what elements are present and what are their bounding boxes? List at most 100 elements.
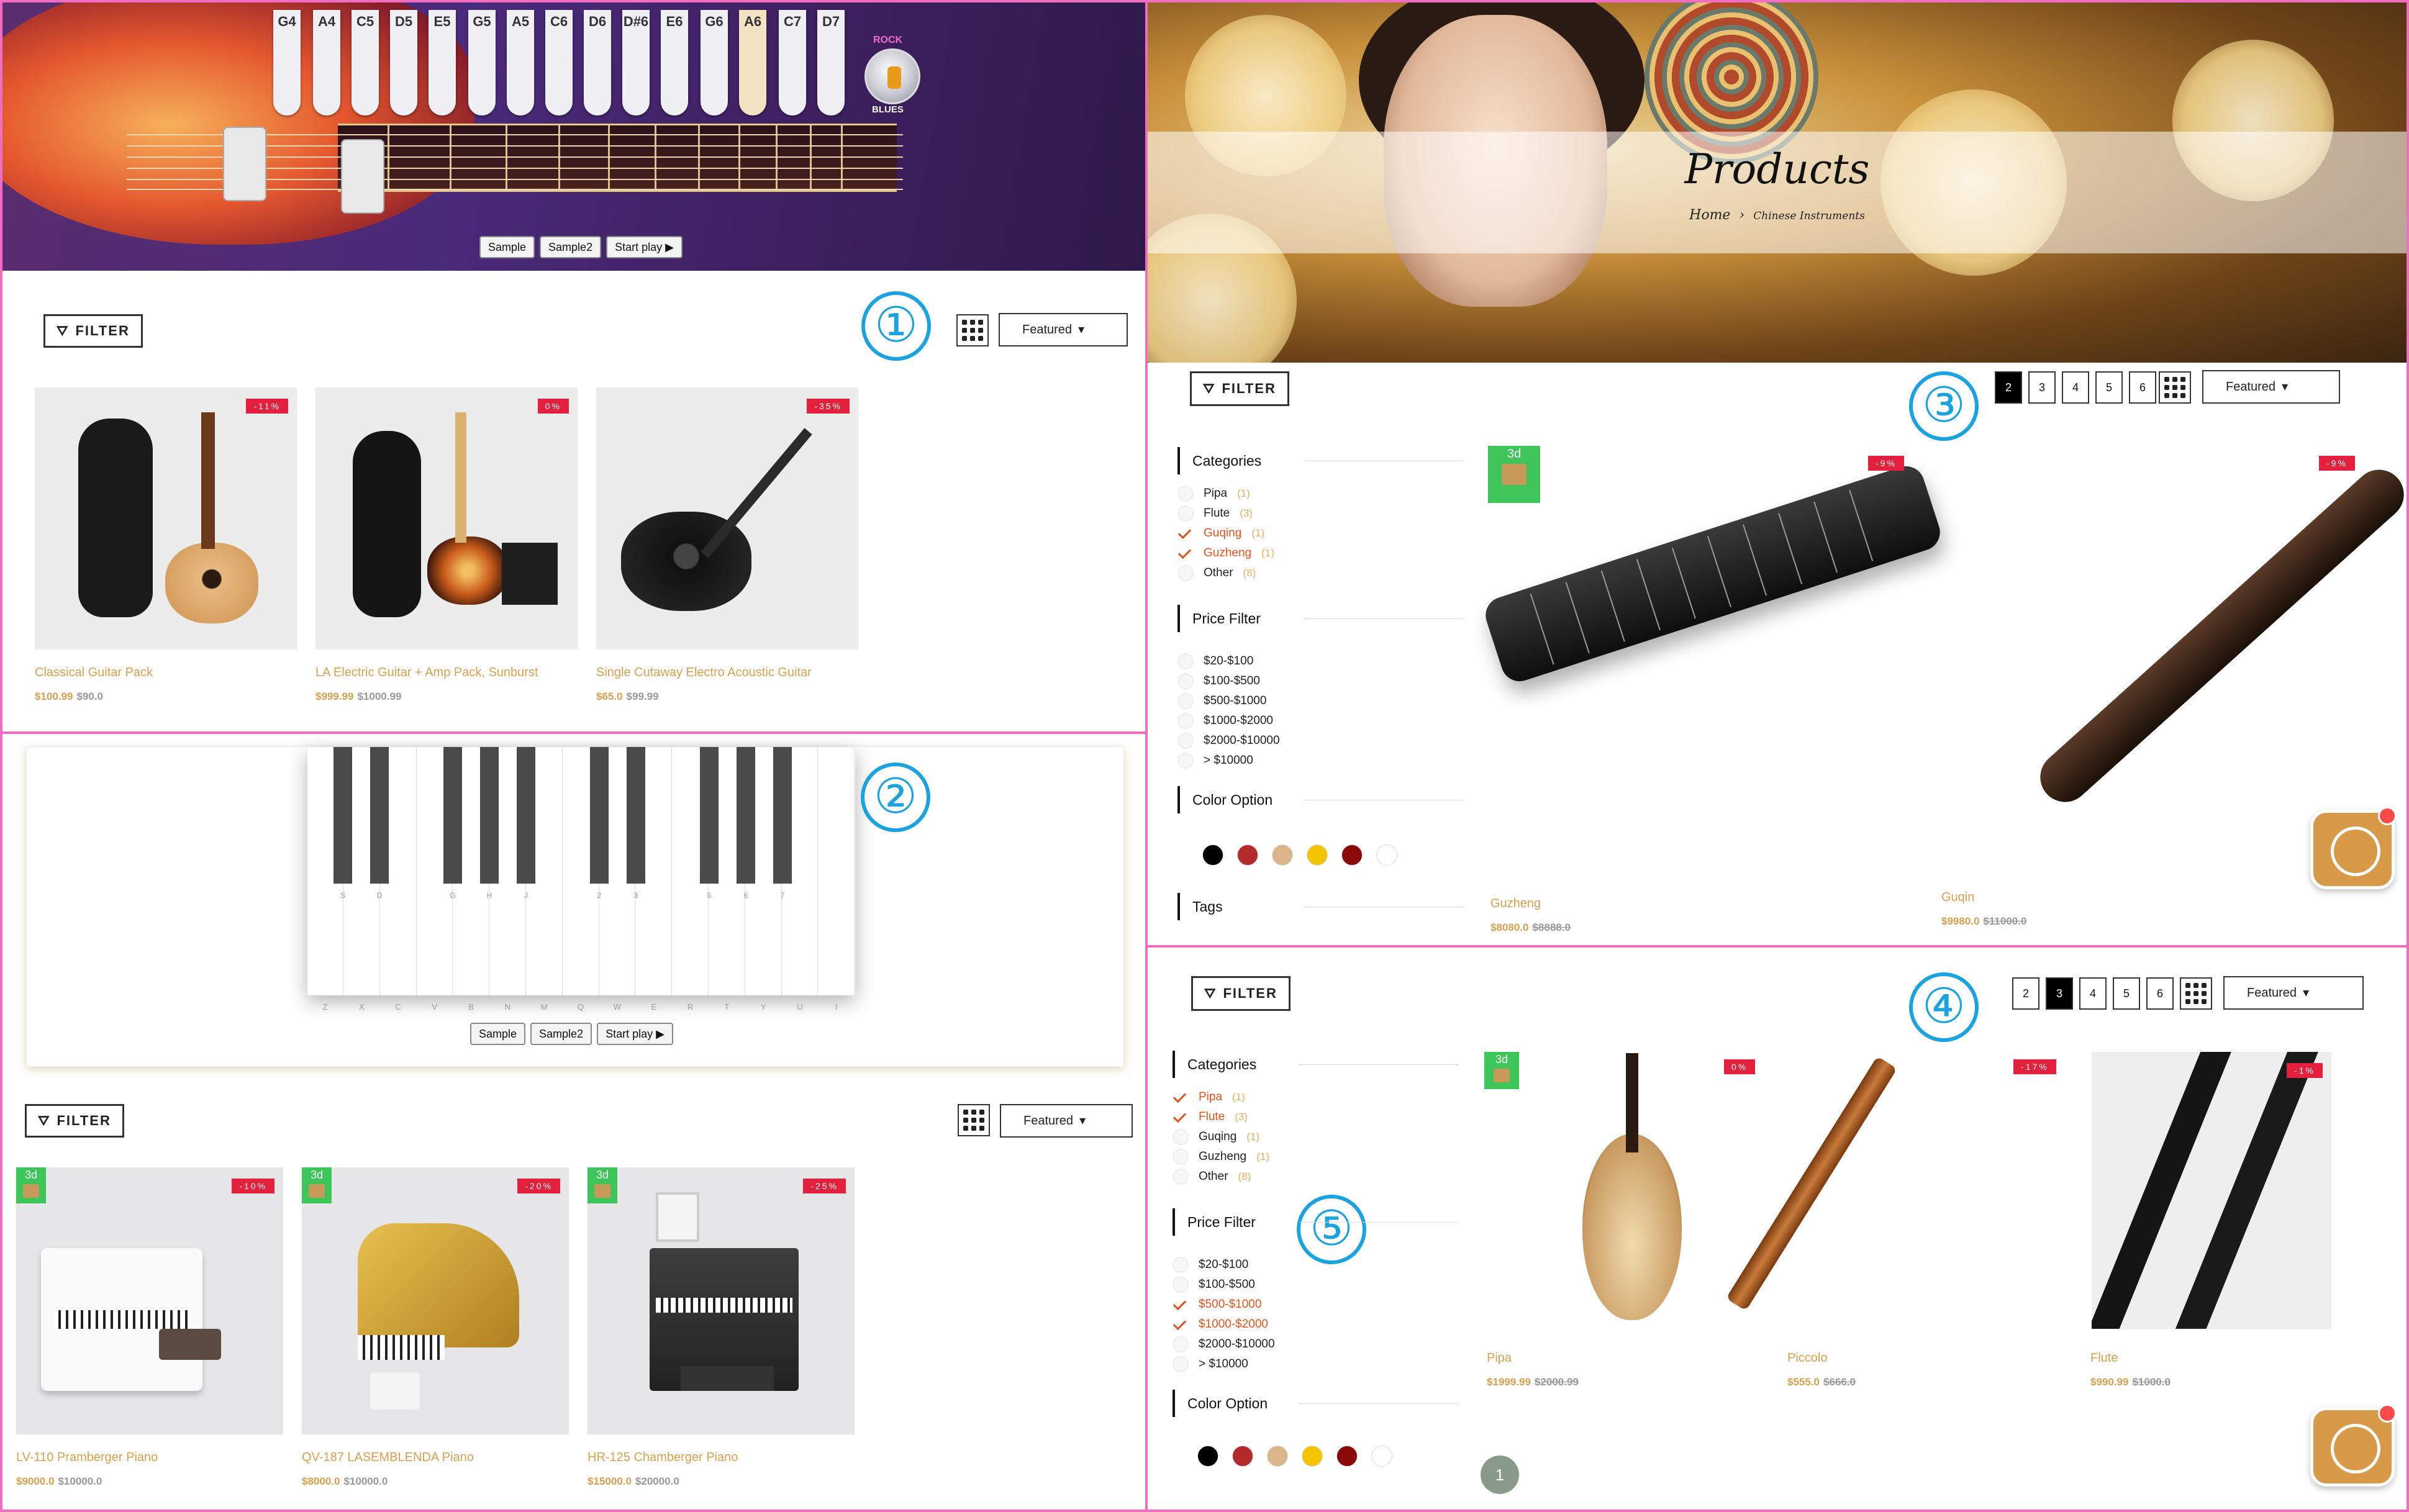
kalimba-key[interactable]: C7	[779, 10, 806, 115]
product-name[interactable]: Single Cutaway Electro Acoustic Guitar	[596, 666, 812, 680]
color-swatch[interactable]	[1202, 844, 1223, 866]
product-image[interactable]: 3d -25%	[588, 1167, 855, 1434]
kalimba-key[interactable]: E5	[429, 10, 456, 115]
page-5[interactable]: 5	[2113, 977, 2140, 1010]
checkbox[interactable]	[1173, 1089, 1189, 1105]
piano-keyboard[interactable]: Z X C V B N M Q W E R T Y U I S D G H J 2 3 5 6 7	[307, 747, 855, 1012]
kalimba-key[interactable]: D#6	[622, 10, 650, 115]
sample2-button[interactable]: Sample2	[540, 236, 602, 258]
sort-select[interactable]: Featured ▾	[999, 313, 1128, 346]
page-3[interactable]: 3	[2028, 371, 2056, 404]
color-swatch[interactable]	[1302, 1446, 1323, 1467]
sort-select[interactable]: Featured ▾	[2223, 976, 2364, 1010]
color-swatch[interactable]	[1272, 844, 1293, 866]
price-option[interactable]: $1000-$2000	[1177, 713, 1273, 729]
checkbox[interactable]	[1177, 733, 1194, 749]
checkbox[interactable]	[1173, 1277, 1189, 1293]
checkbox[interactable]	[1173, 1336, 1189, 1352]
price-option[interactable]: $500-$1000	[1173, 1297, 1261, 1313]
page-6[interactable]: 6	[2129, 371, 2156, 404]
color-swatch[interactable]	[1341, 844, 1363, 866]
category-option[interactable]: Pipa (1)	[1177, 486, 1250, 502]
product-name[interactable]: LA Electric Guitar + Amp Pack, Sunburst	[315, 666, 538, 680]
category-option[interactable]: Other (8)	[1177, 565, 1256, 581]
page-6[interactable]: 6	[2146, 977, 2174, 1010]
kalimba-key[interactable]: C5	[352, 10, 379, 115]
category-option[interactable]: Guqing (1)	[1173, 1129, 1259, 1145]
kalimba-key[interactable]: A6	[739, 10, 766, 115]
product-image[interactable]: -11%	[35, 387, 297, 650]
product-image[interactable]: 3d -10%	[16, 1167, 283, 1434]
color-swatch[interactable]	[1307, 844, 1328, 866]
color-swatch[interactable]	[1267, 1446, 1288, 1467]
piano-black-key[interactable]: 6	[737, 747, 755, 900]
kalimba-key[interactable]: D7	[817, 10, 845, 115]
page-3[interactable]: 3	[2046, 977, 2073, 1010]
kalimba-key[interactable]: G6	[701, 10, 728, 115]
category-option[interactable]: Guzheng (1)	[1177, 545, 1274, 561]
grid-view-button[interactable]	[2159, 371, 2191, 404]
price-option[interactable]: $2000-$10000	[1177, 733, 1280, 749]
product-name[interactable]: Guqin	[1941, 890, 1974, 905]
kalimba-key[interactable]: D5	[390, 10, 417, 115]
piano-black-key[interactable]: J	[517, 747, 535, 900]
product-name[interactable]: Guzheng	[1490, 897, 1541, 911]
checkbox[interactable]	[1173, 1149, 1189, 1165]
price-option[interactable]: $20-$100	[1177, 653, 1253, 669]
price-option[interactable]: > $10000	[1177, 753, 1253, 769]
checkbox[interactable]	[1173, 1356, 1189, 1372]
kalimba-key[interactable]: C6	[545, 10, 573, 115]
sample-button[interactable]: Sample	[479, 236, 535, 258]
category-option[interactable]: Guzheng (1)	[1173, 1149, 1269, 1165]
filter-button[interactable]: ⛛ FILTER	[1190, 371, 1289, 406]
page-2[interactable]: 2	[2012, 977, 2039, 1010]
grid-view-button[interactable]	[956, 314, 989, 346]
category-option[interactable]: Other (8)	[1173, 1169, 1251, 1185]
color-swatch[interactable]	[1376, 844, 1397, 866]
guzheng-image[interactable]	[1481, 461, 1945, 686]
product-name[interactable]: HR-125 Chamberger Piano	[588, 1451, 738, 1465]
checkbox[interactable]	[1177, 693, 1194, 709]
product-name[interactable]: Flute	[2090, 1351, 2118, 1365]
color-swatch[interactable]	[1237, 844, 1258, 866]
breadcrumb-home[interactable]: Home	[1689, 207, 1730, 223]
checkbox[interactable]	[1177, 565, 1194, 581]
checkbox[interactable]	[1173, 1257, 1189, 1273]
page-4[interactable]: 4	[2062, 371, 2089, 404]
sample-button[interactable]: Sample	[470, 1023, 526, 1045]
checkbox[interactable]	[1173, 1297, 1189, 1313]
checkbox[interactable]	[1173, 1109, 1189, 1125]
page-5[interactable]: 5	[2095, 371, 2123, 404]
piano-black-key[interactable]: 2	[590, 747, 609, 900]
page-indicator[interactable]: 1	[1481, 1455, 1519, 1494]
checkbox[interactable]	[1177, 673, 1194, 689]
piano-black-key[interactable]: H	[480, 747, 499, 900]
product-name[interactable]: Piccolo	[1787, 1351, 1827, 1365]
checkbox[interactable]	[1173, 1169, 1189, 1185]
price-option[interactable]: $100-$500	[1177, 673, 1260, 689]
sort-select[interactable]: Featured ▾	[2202, 370, 2340, 404]
flute-image[interactable]: -1%	[2092, 1052, 2331, 1329]
piano-white-key[interactable]: I	[819, 747, 855, 1012]
sort-select[interactable]: Featured ▾	[1000, 1104, 1133, 1138]
guqin-image[interactable]	[2030, 459, 2407, 812]
piccolo-image[interactable]	[1726, 1056, 1897, 1311]
page-4[interactable]: 4	[2079, 977, 2107, 1010]
rock-blues-knob[interactable]	[864, 48, 920, 104]
pipa-image[interactable]	[1582, 1134, 1682, 1320]
color-swatch[interactable]	[1371, 1446, 1392, 1467]
product-name[interactable]: Classical Guitar Pack	[35, 666, 153, 680]
filter-button[interactable]: ⛛ FILTER	[1191, 976, 1291, 1011]
price-option[interactable]: > $10000	[1173, 1356, 1248, 1372]
checkbox[interactable]	[1173, 1316, 1189, 1333]
product-name[interactable]: Pipa	[1487, 1351, 1512, 1365]
category-option[interactable]: Pipa (1)	[1173, 1089, 1245, 1105]
piano-black-key[interactable]: 7	[773, 747, 792, 900]
price-option[interactable]: $2000-$10000	[1173, 1336, 1275, 1352]
color-swatch[interactable]	[1197, 1446, 1218, 1467]
kalimba-key[interactable]: A5	[507, 10, 534, 115]
checkbox[interactable]	[1177, 505, 1194, 522]
checkbox[interactable]	[1177, 545, 1194, 561]
price-option[interactable]: $20-$100	[1173, 1257, 1248, 1273]
checkbox[interactable]	[1177, 486, 1194, 502]
